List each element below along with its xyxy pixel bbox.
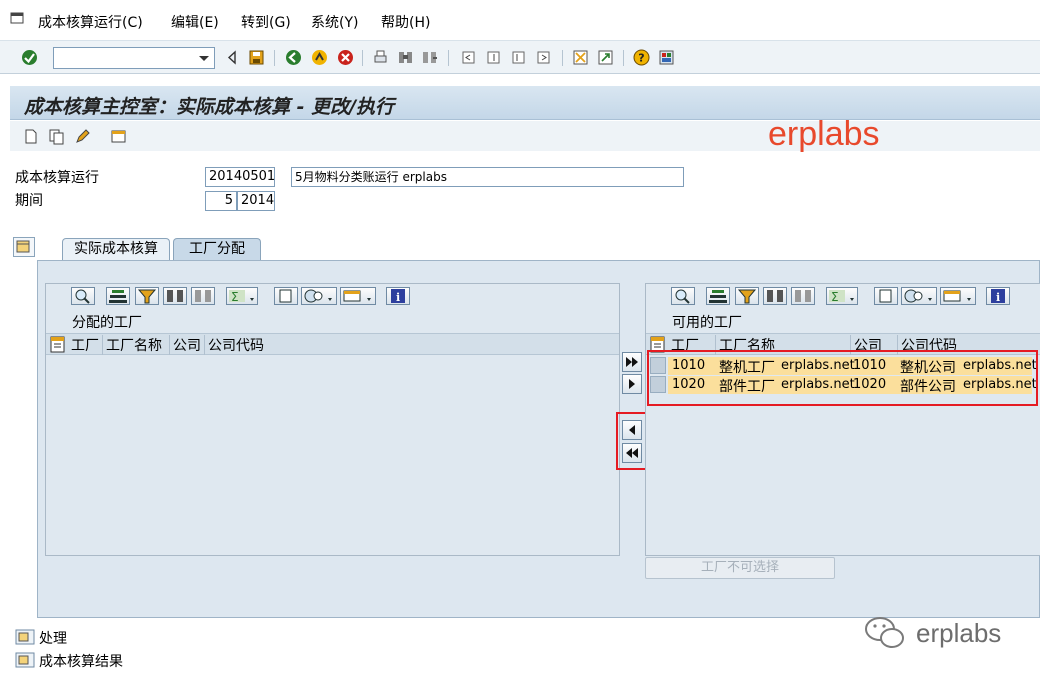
menu-system[interactable]: 系统(Y) — [311, 12, 358, 32]
find-icon[interactable] — [763, 287, 787, 305]
svg-text:Σ: Σ — [231, 290, 239, 304]
svg-text:i: i — [996, 291, 1000, 304]
results-folder-icon[interactable] — [14, 651, 36, 669]
menu-edit[interactable]: 编辑(E) — [171, 12, 219, 32]
screen-title-bar: 成本核算主控室：实际成本核算 - 更改/执行 — [10, 86, 1040, 120]
add-selected-button[interactable] — [622, 374, 642, 394]
sort-ascending-icon[interactable] — [706, 287, 730, 305]
back-icon[interactable] — [285, 49, 302, 66]
year-field[interactable]: 2014 — [237, 191, 275, 211]
find-next-icon[interactable] — [791, 287, 815, 305]
previous-page-icon[interactable] — [485, 49, 502, 66]
save-icon[interactable] — [248, 49, 265, 66]
processing-folder-icon[interactable] — [14, 628, 36, 646]
tree-item-processing[interactable]: 处理 — [39, 628, 67, 648]
details-icon[interactable] — [71, 287, 95, 305]
chevron-down-icon[interactable] — [196, 50, 212, 66]
info-icon[interactable]: i — [386, 287, 410, 305]
tree-item-costing-results[interactable]: 成本核算结果 — [39, 651, 123, 671]
find-icon[interactable] — [163, 287, 187, 305]
find-next-icon[interactable] — [191, 287, 215, 305]
toolbar-separator — [274, 50, 275, 66]
available-plants-grid: Σ i 可用的工厂 工厂 工厂名称 公司 公司代码 1010 整机工厂 erpl… — [645, 283, 1040, 556]
tab-actual-costing[interactable]: 实际成本核算 — [62, 238, 170, 260]
enter-check-icon[interactable] — [21, 49, 38, 66]
column-header-company-code[interactable]: 公司代码 — [205, 335, 275, 355]
standard-toolbar: ? — [0, 40, 1040, 74]
filter-icon[interactable] — [735, 287, 759, 305]
export-icon[interactable] — [940, 287, 976, 305]
sort-ascending-icon[interactable] — [106, 287, 130, 305]
tab-plant-assignment[interactable]: 工厂分配 — [173, 238, 261, 260]
details-icon[interactable] — [671, 287, 695, 305]
help-icon[interactable]: ? — [633, 49, 650, 66]
cost-run-label: 成本核算运行 — [15, 170, 99, 186]
menu-bar: 成本核算运行(C) 编辑(E) 转到(G) 系统(Y) 帮助(H) — [0, 0, 1040, 40]
new-session-icon[interactable] — [572, 49, 589, 66]
svg-text:?: ? — [638, 52, 644, 65]
exit-icon[interactable] — [311, 49, 328, 66]
print-preview-icon[interactable] — [274, 287, 298, 305]
toolbar-separator — [623, 50, 624, 66]
erplabs-watermark: erplabs — [768, 115, 880, 153]
create-icon[interactable] — [22, 128, 39, 145]
assigned-plants-title: 分配的工厂 — [72, 315, 142, 331]
svg-text:Σ: Σ — [831, 290, 839, 304]
column-header-plant[interactable]: 工厂 — [68, 335, 103, 355]
grid-header: 工厂 工厂名称 公司 公司代码 — [46, 333, 619, 355]
find-next-icon[interactable] — [421, 49, 438, 66]
sum-icon[interactable]: Σ — [826, 287, 858, 305]
info-icon[interactable]: i — [986, 287, 1010, 305]
application-toolbar — [10, 121, 1040, 151]
assigned-plants-grid: Σ i 分配的工厂 工厂 工厂名称 公司 公司代码 — [45, 283, 620, 556]
menu-help[interactable]: 帮助(H) — [381, 12, 430, 32]
toolbar-separator — [448, 50, 449, 66]
cost-run-field[interactable]: 20140501 — [205, 167, 275, 187]
last-page-icon[interactable] — [535, 49, 552, 66]
history-back-icon[interactable] — [224, 49, 241, 66]
cancel-icon[interactable] — [337, 49, 354, 66]
toolbar-separator — [362, 50, 363, 66]
next-page-icon[interactable] — [510, 49, 527, 66]
column-header-plant-name[interactable]: 工厂名称 — [103, 335, 170, 355]
views-icon[interactable] — [301, 287, 337, 305]
period-label: 期间 — [15, 193, 43, 209]
shortcut-icon[interactable] — [597, 49, 614, 66]
copy-icon[interactable] — [48, 128, 65, 145]
select-layout-icon[interactable] — [48, 335, 68, 354]
views-icon[interactable] — [901, 287, 937, 305]
page-title: 成本核算主控室：实际成本核算 - 更改/执行 — [24, 96, 395, 118]
plant-not-selectable-button[interactable]: 工厂不可选择 — [645, 557, 835, 579]
column-header-company[interactable]: 公司 — [170, 335, 205, 355]
menu-goto[interactable]: 转到(G) — [241, 12, 291, 32]
erplabs-footer-watermark: erplabs — [916, 618, 1002, 648]
command-field[interactable] — [53, 47, 215, 69]
export-icon[interactable] — [340, 287, 376, 305]
filter-icon[interactable] — [135, 287, 159, 305]
print-icon[interactable] — [372, 49, 389, 66]
change-pencil-icon[interactable] — [74, 128, 91, 145]
print-preview-icon[interactable] — [874, 287, 898, 305]
available-plants-title: 可用的工厂 — [672, 315, 742, 331]
available-rows-highlight — [647, 350, 1038, 406]
display-list-icon[interactable] — [110, 128, 127, 145]
menu-window-icon[interactable] — [10, 12, 26, 26]
sum-icon[interactable]: Σ — [226, 287, 258, 305]
customize-layout-icon[interactable] — [658, 49, 675, 66]
svg-text:i: i — [396, 291, 400, 304]
remove-all-button[interactable] — [622, 443, 642, 463]
first-page-icon[interactable] — [460, 49, 477, 66]
period-field[interactable]: 5 — [205, 191, 237, 211]
menu-cost-run[interactable]: 成本核算运行(C) — [38, 12, 143, 32]
cost-run-description-field[interactable]: 5月物料分类账运行 erplabs — [291, 167, 684, 187]
toolbar-separator — [562, 50, 563, 66]
add-all-button[interactable] — [622, 352, 642, 372]
find-icon[interactable] — [397, 49, 414, 66]
tab-list-icon[interactable] — [13, 237, 35, 257]
wechat-logo-icon — [865, 617, 904, 648]
remove-selected-button[interactable] — [622, 420, 642, 440]
